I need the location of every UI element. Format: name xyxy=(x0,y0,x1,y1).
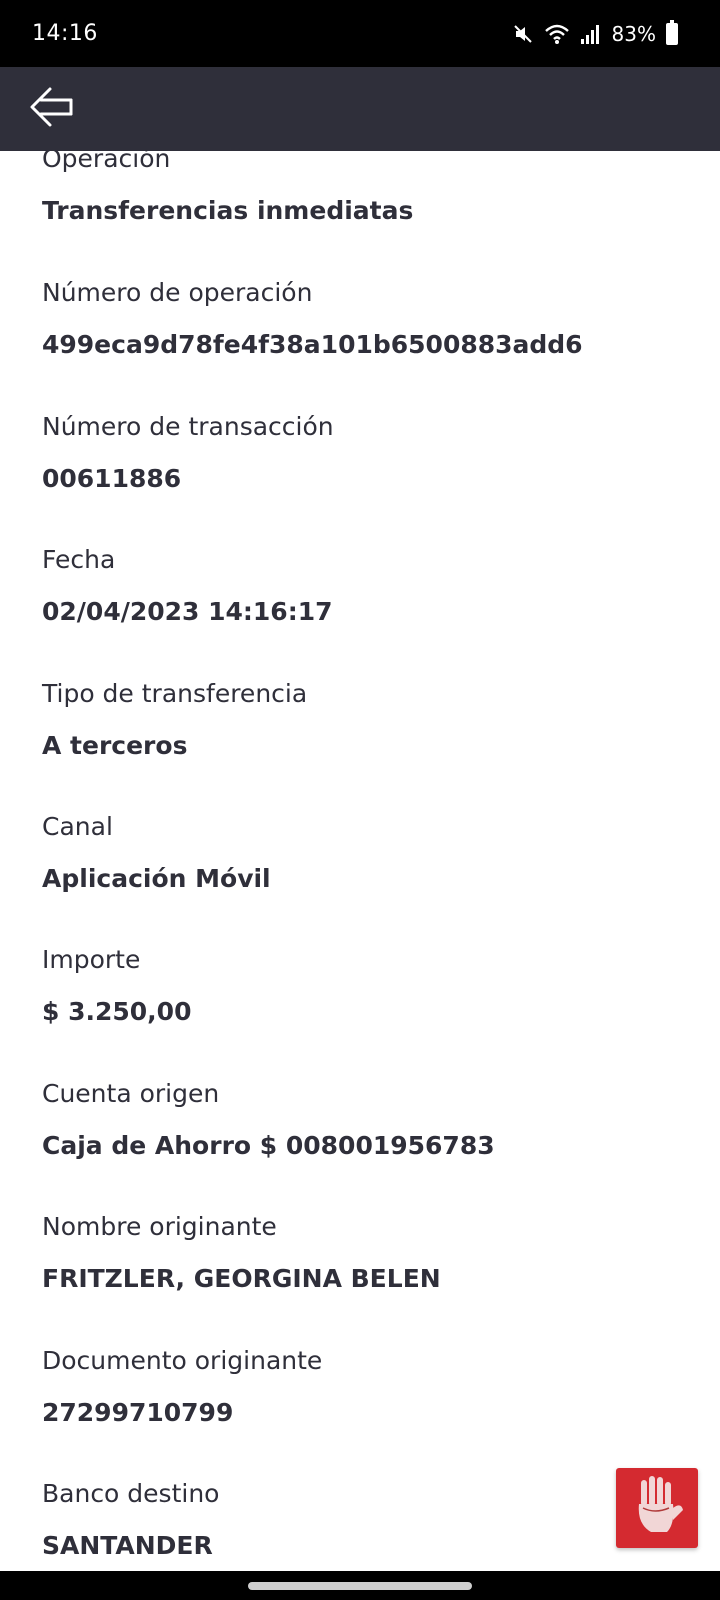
field-nombre-originante: Nombre originante FRITZLER, GEORGINA BEL… xyxy=(42,1211,682,1295)
mute-icon xyxy=(512,23,534,45)
field-label: Operación xyxy=(42,151,171,173)
field-label: Número de operación xyxy=(42,278,313,307)
field-value: 02/04/2023 14:16:17 xyxy=(42,597,333,626)
field-numero-transaccion: Número de transacción 00611886 xyxy=(42,411,682,495)
battery-percent: 83% xyxy=(611,21,656,46)
back-button[interactable] xyxy=(28,85,76,133)
status-time: 14:16 xyxy=(32,21,98,46)
field-label: Número de transacción xyxy=(42,412,334,441)
system-nav-bar xyxy=(0,1571,720,1600)
field-importe: Importe $ 3.250,00 xyxy=(42,944,682,1028)
field-documento-originante: Documento originante 27299710799 xyxy=(42,1345,682,1429)
field-operacion: Operación Transferencias inmediatas xyxy=(42,151,682,227)
field-value: Transferencias inmediatas xyxy=(42,196,414,225)
field-tipo-transferencia: Tipo de transferencia A terceros xyxy=(42,678,682,762)
hand-icon xyxy=(627,1474,687,1542)
field-value: Caja de Ahorro $ 008001956783 xyxy=(42,1131,495,1160)
field-value: SANTANDER xyxy=(42,1531,213,1560)
field-value: Aplicación Móvil xyxy=(42,864,271,893)
field-fecha: Fecha 02/04/2023 14:16:17 xyxy=(42,544,682,628)
field-value: $ 3.250,00 xyxy=(42,997,192,1026)
signal-icon xyxy=(580,23,602,45)
field-label: Cuenta origen xyxy=(42,1079,220,1108)
status-bar: 14:16 83% xyxy=(0,0,720,67)
field-canal: Canal Aplicación Móvil xyxy=(42,811,682,895)
wifi-icon xyxy=(544,23,570,45)
field-label: Importe xyxy=(42,945,141,974)
transfer-details[interactable]: Operación Transferencias inmediatas Núme… xyxy=(0,151,720,1571)
field-label: Documento originante xyxy=(42,1346,323,1375)
field-label: Canal xyxy=(42,812,113,841)
field-label: Nombre originante xyxy=(42,1212,277,1241)
back-arrow-icon xyxy=(29,86,75,132)
field-label: Tipo de transferencia xyxy=(42,679,308,708)
app-bar xyxy=(0,67,720,151)
battery-icon xyxy=(666,19,678,45)
field-value: 27299710799 xyxy=(42,1398,234,1427)
field-label: Banco destino xyxy=(42,1479,220,1508)
status-icons: 83% xyxy=(512,19,678,46)
home-indicator[interactable] xyxy=(248,1581,472,1590)
field-value: 499eca9d78fe4f38a101b6500883add6 xyxy=(42,330,583,359)
field-banco-destino: Banco destino SANTANDER xyxy=(42,1478,682,1562)
field-value: 00611886 xyxy=(42,464,182,493)
field-value: A terceros xyxy=(42,731,188,760)
field-label: Fecha xyxy=(42,545,116,574)
field-cuenta-origen: Cuenta origen Caja de Ahorro $ 008001956… xyxy=(42,1078,682,1162)
field-numero-operacion: Número de operación 499eca9d78fe4f38a101… xyxy=(42,277,682,361)
help-fab-button[interactable] xyxy=(616,1468,698,1548)
field-value: FRITZLER, GEORGINA BELEN xyxy=(42,1264,441,1293)
